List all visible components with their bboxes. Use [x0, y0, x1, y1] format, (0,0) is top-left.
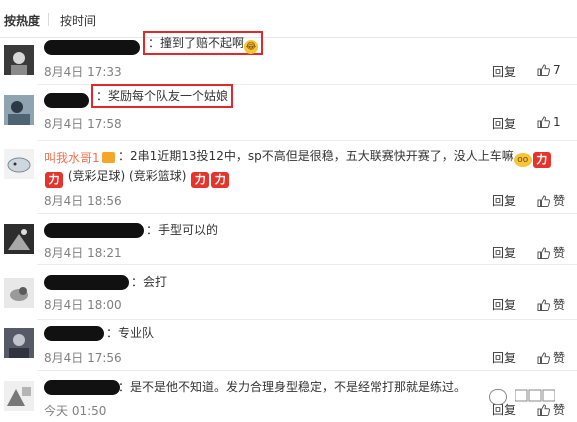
comment-item: ：奖励每个队友一个姑娘 8月4日 17:58 回复 1 [0, 84, 577, 140]
like-label: 赞 [553, 403, 566, 417]
wechat-logo-icon [489, 389, 507, 405]
avatar[interactable] [4, 95, 34, 125]
reply-button[interactable]: 回复 [492, 349, 516, 366]
avatar[interactable] [4, 328, 34, 358]
tab-by-popularity[interactable]: 按热度 [4, 12, 40, 29]
comment-text: ：专业队 [106, 326, 155, 340]
avatar[interactable] [4, 149, 34, 179]
reply-button[interactable]: 回复 [492, 244, 516, 261]
comment-item: 叫我水哥1 ：2串1近期13投12中，sp不高但是很稳，五大联赛快开赛了，没人上… [0, 141, 577, 213]
username-link[interactable]: 叫我水哥1 [44, 149, 115, 166]
member-badge-icon [101, 152, 115, 163]
avatar[interactable] [4, 45, 34, 75]
username-redacted[interactable] [44, 326, 104, 341]
li-badge-icon: 力 [191, 172, 210, 188]
thumbs-up-icon [537, 299, 551, 311]
thumbs-up-icon [537, 64, 551, 76]
comment-item: ：会打 8月4日 18:00 回复 赞 [0, 265, 577, 319]
comment-time: 8月4日 18:21 [44, 246, 122, 260]
like-button[interactable]: 1 [537, 115, 561, 129]
li-badge-icon: 力 [532, 152, 551, 168]
comment-text: ：撞到了赔不起啊 😂 [143, 31, 264, 55]
username-redacted[interactable] [44, 40, 140, 55]
hashtag-links[interactable]: (竞彩足球) (竞彩篮球) [68, 169, 187, 183]
comment-time: 8月4日 17:58 [44, 117, 122, 131]
comment-text: ：手型可以的 [146, 223, 219, 237]
like-button[interactable]: 7 [537, 63, 561, 77]
username-redacted[interactable] [44, 275, 129, 290]
like-label: 赞 [553, 246, 566, 260]
comment-time: 8月4日 17:56 [44, 351, 122, 365]
like-button[interactable]: 赞 [537, 349, 565, 366]
comment-time: 8月4日 17:33 [44, 65, 122, 79]
reply-button[interactable]: 回复 [492, 115, 516, 132]
highlighted-text: ：撞到了赔不起啊 😂 [143, 31, 264, 55]
watermark-lettering-icon [514, 389, 556, 402]
thumbs-up-icon [537, 404, 551, 416]
avatar[interactable] [4, 224, 34, 254]
comment-text: ：2串1近期13投12中，sp不高但是很稳，五大联赛快开赛了，没人上车嘛 oo 力 [118, 148, 552, 168]
glasses-emoji-icon: oo [513, 153, 532, 167]
like-label: 赞 [553, 298, 566, 312]
like-label: 赞 [553, 194, 566, 208]
laugh-cry-emoji-icon: 😂 [244, 40, 259, 54]
username-redacted[interactable] [44, 93, 89, 108]
highlighted-text: ：奖励每个队友一个姑娘 [91, 84, 234, 108]
comment-item: ：专业队 8月4日 17:56 回复 赞 [0, 320, 577, 370]
comment-item: ：手型可以的 8月4日 18:21 回复 赞 [0, 214, 577, 264]
comment-text-line2: 力 (竞彩足球) (竞彩篮球) 力力 [44, 168, 230, 188]
like-button[interactable]: 赞 [537, 244, 565, 261]
tab-divider [48, 13, 49, 26]
comment-time: 8月4日 18:00 [44, 298, 122, 312]
comment-text: ：是不是他不知道。发力合理身型稳定，不是经常打那就是练过。 [118, 380, 467, 394]
thumbs-up-icon [537, 247, 551, 259]
reply-button[interactable]: 回复 [492, 192, 516, 209]
like-count: 1 [553, 115, 561, 129]
thumbs-up-icon [537, 116, 551, 128]
tab-by-time[interactable]: 按时间 [60, 12, 96, 29]
li-badge-icon: 力 [45, 172, 63, 188]
like-label: 赞 [553, 351, 566, 365]
avatar[interactable] [4, 381, 34, 411]
sort-tabs: 按热度 按时间 [0, 0, 577, 38]
watermark-logo [489, 388, 556, 405]
reply-button[interactable]: 回复 [492, 296, 516, 313]
thumbs-up-icon [537, 195, 551, 207]
comment-text: ：会打 [131, 275, 168, 289]
reply-button[interactable]: 回复 [492, 63, 516, 80]
li-badge-icon: 力 [211, 172, 230, 188]
avatar[interactable] [4, 278, 34, 308]
like-button[interactable]: 赞 [537, 192, 565, 209]
like-count: 7 [553, 63, 561, 77]
comment-item: ：撞到了赔不起啊 😂 8月4日 17:33 回复 7 [0, 31, 577, 85]
comment-text: ：奖励每个队友一个姑娘 [91, 84, 234, 108]
like-button[interactable]: 赞 [537, 296, 565, 313]
username-redacted[interactable] [44, 223, 144, 238]
username-redacted[interactable] [44, 380, 120, 395]
comment-time: 8月4日 18:56 [44, 194, 122, 208]
thumbs-up-icon [537, 352, 551, 364]
comment-time: 今天 01:50 [44, 404, 107, 418]
